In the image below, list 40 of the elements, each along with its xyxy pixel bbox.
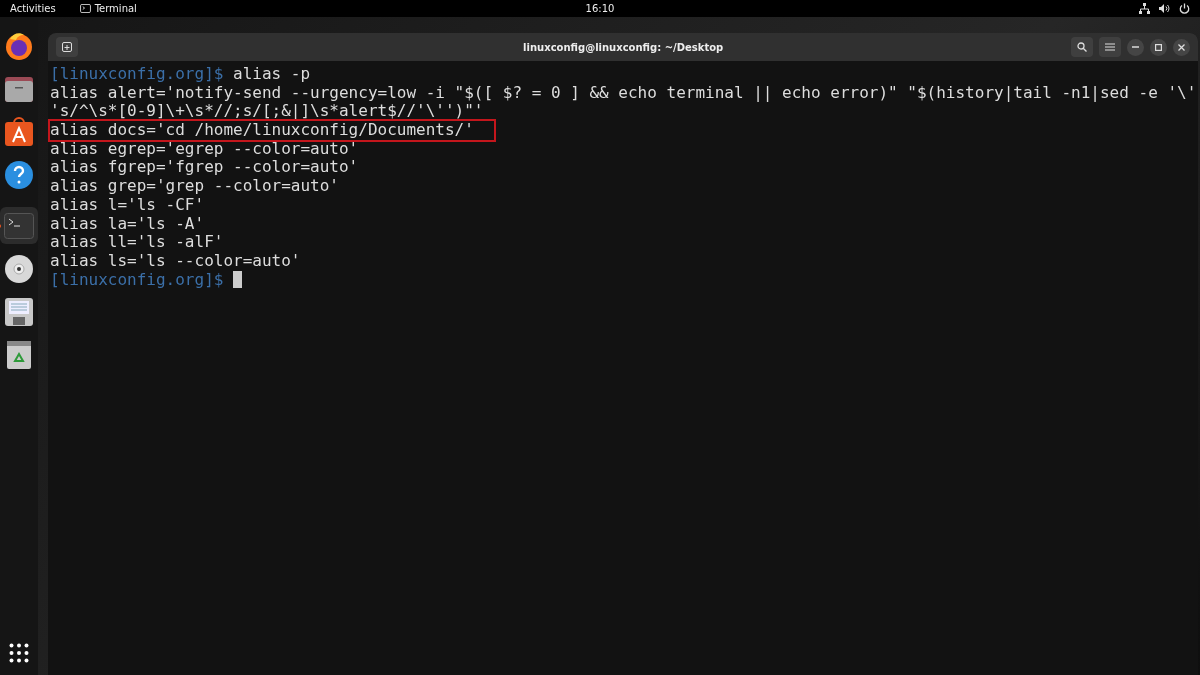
close-button[interactable] [1173,38,1191,56]
activities-button[interactable]: Activities [10,3,56,14]
shell-prompt: [linuxconfig.org]$ [50,65,224,84]
minimize-button[interactable] [1127,38,1145,56]
clock[interactable]: 16:10 [585,3,615,14]
search-button[interactable] [1071,37,1094,57]
shopping-bag-icon [4,116,34,147]
help-icon [4,159,34,190]
close-icon [1178,43,1186,51]
output-line: alias la='ls -A' [50,214,205,234]
app-grid-icon[interactable] [9,643,29,663]
app-menu[interactable]: Terminal [79,3,137,14]
power-icon[interactable] [1179,3,1190,14]
menu-icon [1105,43,1116,51]
maximize-button[interactable] [1150,38,1168,56]
output-line: alias egrep='egrep --color=auto' [50,139,359,159]
volume-icon[interactable] [1159,3,1170,14]
output-line: alias alert='notify-send --urgency=low -i "$([ $? = 0 ] && echo terminal || echo error)" "$(history|tail -n1|sed -e '\' [50,83,1197,103]
disc-icon [4,253,34,284]
shell-prompt: [linuxconfig.org]$ [50,270,224,290]
folder-icon [4,74,34,103]
output-line: alias grep='grep --color=auto' [50,177,339,196]
highlighted-output-line: alias docs='cd /home/linuxconfig/Documents/' [50,121,494,140]
terminal-icon [79,4,91,13]
window-title: linuxconfig@linuxconfig: ~/Desktop [523,41,724,53]
recycle-bin-icon [7,340,31,369]
output-line: alias ls='ls --color=auto' [50,251,301,271]
minimize-icon [1132,46,1140,48]
menu-button[interactable] [1099,37,1122,57]
command-text: alias -p [232,65,311,84]
terminal-icon [4,212,34,239]
network-icon[interactable] [1139,3,1150,14]
search-icon [1077,42,1088,52]
new-tab-icon [62,42,72,52]
output-line: alias l='ls -CF' [50,195,205,215]
output-line: alias ll='ls -alF' [50,233,224,252]
new-tab-button[interactable] [56,37,78,57]
maximize-icon [1155,43,1163,51]
output-line: 's/^\s*[0-9]\+\s*//;s/[;&|]\s*alert$//'\'')"' [50,102,484,122]
output-line: alias fgrep='fgrep --color=auto' [50,158,359,178]
